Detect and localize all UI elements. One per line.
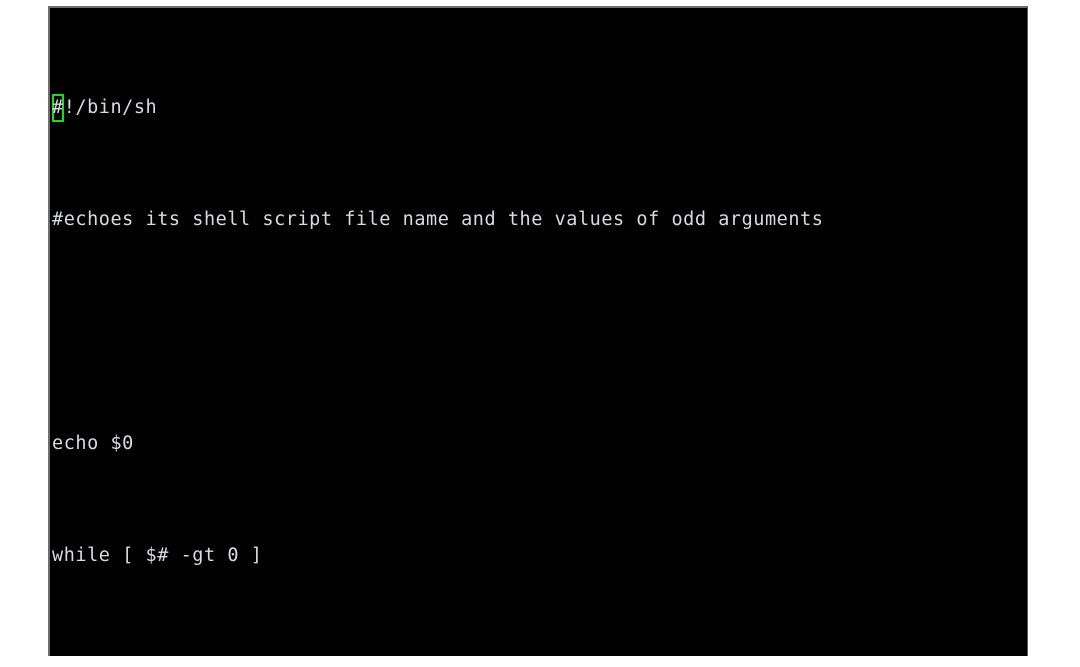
buffer-line-1[interactable]: #!/bin/sh [52,94,1027,122]
screenshot-root: #!/bin/sh #echoes its shell script file … [0,0,1080,667]
buffer-line-5-text: while [ $# -gt 0 ] [52,545,263,566]
buffer-line-1-text: !/bin/sh [63,97,158,118]
buffer-line-6[interactable]: do [52,654,1027,656]
buffer-line-2-text: #echoes its shell script file name and t… [52,209,824,230]
buffer-line-4[interactable]: echo $0 [52,430,1027,458]
text-cursor[interactable]: # [52,94,64,122]
terminal-window[interactable]: #!/bin/sh #echoes its shell script file … [48,6,1028,656]
buffer-line-3[interactable] [52,318,1027,346]
vim-text-buffer[interactable]: #!/bin/sh #echoes its shell script file … [50,8,1027,656]
buffer-line-2[interactable]: #echoes its shell script file name and t… [52,206,1027,234]
buffer-line-4-text: echo $0 [52,433,134,454]
buffer-line-5[interactable]: while [ $# -gt 0 ] [52,542,1027,570]
